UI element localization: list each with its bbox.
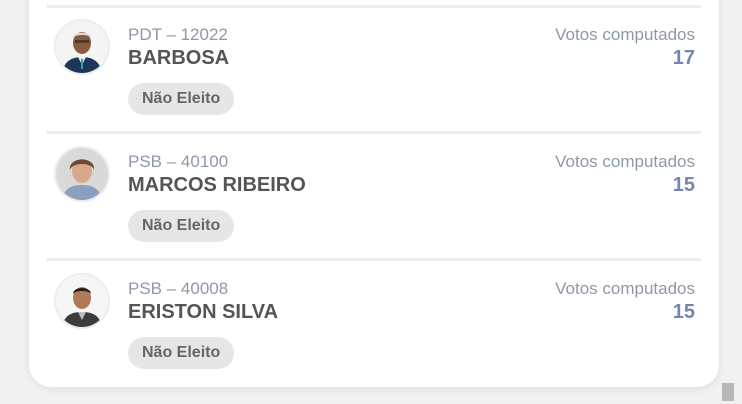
candidate-row-eriston-silva[interactable]: PSB – 40008 ERISTON SILVA Não Eleito Vot… [47, 261, 701, 385]
candidate-name: ERISTON SILVA [128, 301, 279, 323]
candidate-photo [54, 146, 110, 202]
candidate-party-number: PSB – 40100 [128, 152, 229, 171]
votes-label: Votos computados [555, 279, 695, 298]
status-badge: Não Eleito [128, 83, 235, 115]
votes-count: 17 [672, 47, 695, 69]
votes-label: Votos computados [555, 25, 695, 44]
candidate-party-number: PSB – 40008 [128, 279, 229, 298]
candidate-photo [54, 19, 110, 75]
status-badge: Não Eleito [128, 210, 235, 242]
candidate-name: MARCOS RIBEIRO [128, 174, 306, 196]
candidate-party-number: PDT – 12022 [128, 25, 228, 44]
candidate-row-barbosa[interactable]: PDT – 12022 BARBOSA Não Eleito Votos com… [47, 7, 701, 131]
status-badge: Não Eleito [128, 337, 235, 369]
votes-label: Votos computados [555, 152, 695, 171]
votes-count: 15 [672, 301, 695, 323]
candidate-name: BARBOSA [128, 47, 230, 69]
candidate-photo [54, 273, 110, 329]
votes-count: 15 [672, 174, 695, 196]
scrollbar-thumb[interactable] [722, 383, 734, 401]
candidate-row-marcos-ribeiro[interactable]: PSB – 40100 MARCOS RIBEIRO Não Eleito Vo… [47, 134, 701, 258]
